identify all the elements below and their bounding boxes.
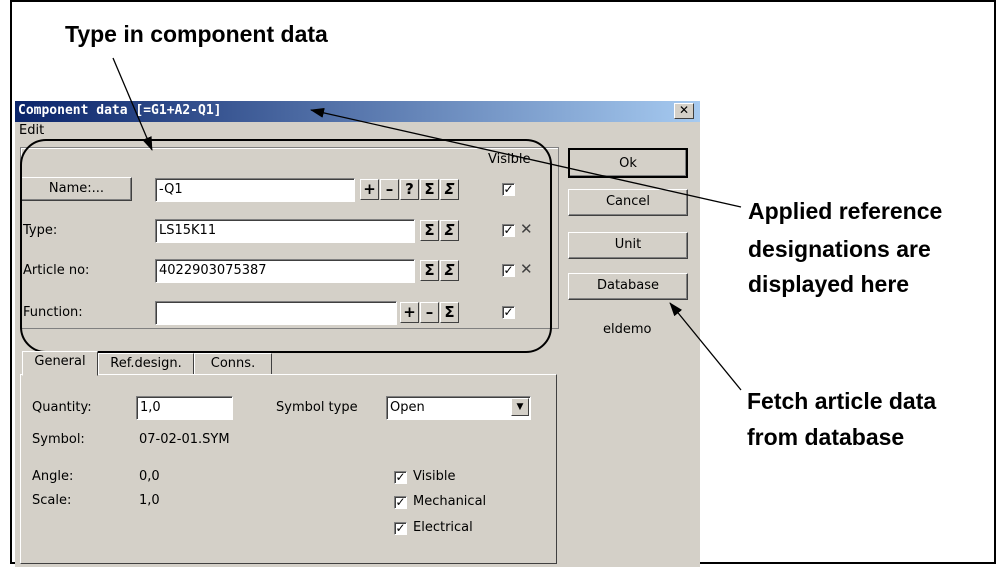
- annotation-arrows: [112, 57, 742, 391]
- tab-general[interactable]: General: [22, 351, 98, 376]
- arrow-fetch-article: [669, 302, 742, 391]
- arrow-applied-ref: [310, 107, 742, 208]
- arrow-type-in: [112, 57, 153, 151]
